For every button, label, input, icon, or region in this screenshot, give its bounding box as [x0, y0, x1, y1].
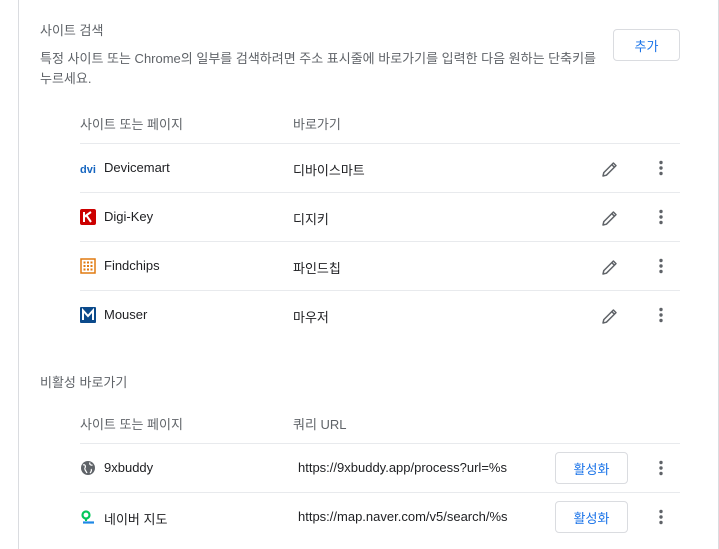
site-search-title: 사이트 검색	[40, 23, 104, 38]
devicemart-logo-icon: dvi	[80, 164, 96, 176]
site-search-row: dvi Devicemart 디바이스마트	[80, 143, 680, 193]
globe-icon	[81, 461, 95, 475]
digikey-logo-icon	[80, 209, 96, 225]
column-header-shortcut: 바로가기	[293, 117, 341, 132]
inactive-shortcuts-title: 비활성 바로가기	[40, 375, 128, 390]
site-name: Devicemart	[104, 160, 170, 175]
shortcut-keyword: 디지키	[293, 212, 329, 227]
activate-button[interactable]: 활성화	[555, 501, 628, 533]
add-button[interactable]: 추가	[613, 29, 680, 61]
site-search-description: 특정 사이트 또는 Chrome의 일부를 검색하려면 주소 표시줄에 바로가기…	[40, 51, 597, 86]
naver-map-logo-icon	[81, 510, 94, 524]
site-name: 네이버 지도	[104, 512, 168, 527]
svg-text:dvi: dvi	[80, 164, 96, 176]
query-url: https://9xbuddy.app/process?url=%s	[298, 460, 507, 475]
findchips-logo-icon	[80, 258, 96, 274]
more-actions-icon[interactable]	[651, 256, 671, 276]
shortcut-keyword: 디바이스마트	[293, 163, 365, 178]
edit-pencil-icon[interactable]	[600, 306, 620, 326]
more-actions-icon[interactable]	[651, 207, 671, 227]
shortcut-keyword: 마우저	[293, 310, 329, 325]
site-name: Mouser	[104, 307, 148, 322]
column-header-site: 사이트 또는 페이지	[80, 417, 183, 432]
mouser-logo-icon	[80, 307, 96, 323]
column-header-query-url: 쿼리 URL	[293, 417, 347, 432]
edit-pencil-icon[interactable]	[600, 159, 620, 179]
site-search-row: Digi-Key 디지키	[80, 192, 680, 242]
search-engines-page: 사이트 검색 특정 사이트 또는 Chrome의 일부를 검색하려면 주소 표시…	[0, 0, 719, 549]
more-actions-icon[interactable]	[651, 507, 671, 527]
inactive-shortcut-row: 9xbuddy https://9xbuddy.app/process?url=…	[80, 443, 680, 493]
edit-pencil-icon[interactable]	[600, 208, 620, 228]
inactive-shortcut-row: 네이버 지도 https://map.naver.com/v5/search/%…	[80, 492, 680, 542]
shortcut-keyword: 파인드칩	[293, 261, 341, 276]
more-actions-icon[interactable]	[651, 158, 671, 178]
edit-pencil-icon[interactable]	[600, 257, 620, 277]
site-search-row: Mouser 마우저	[80, 290, 680, 340]
site-name: 9xbuddy	[104, 460, 154, 475]
column-header-site: 사이트 또는 페이지	[80, 117, 183, 132]
query-url: https://map.naver.com/v5/search/%s	[298, 509, 508, 524]
site-name: Findchips	[104, 258, 160, 273]
more-actions-icon[interactable]	[651, 458, 671, 478]
site-search-row: Findchips 파인드칩	[80, 241, 680, 291]
more-actions-icon[interactable]	[651, 305, 671, 325]
site-name: Digi-Key	[104, 209, 154, 224]
activate-button[interactable]: 활성화	[555, 452, 628, 484]
